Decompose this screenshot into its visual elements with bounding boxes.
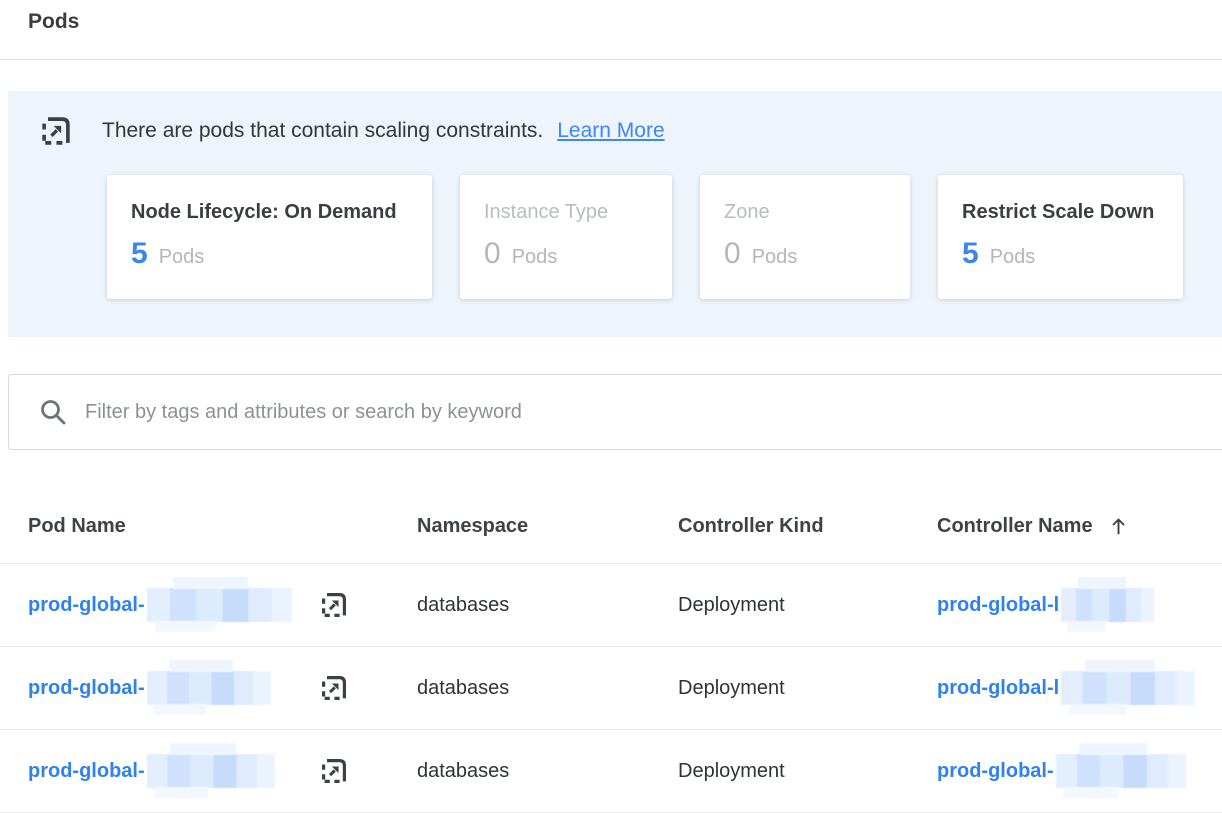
card-count-row: 0 Pods: [484, 237, 648, 271]
column-header-namespace[interactable]: Namespace: [417, 515, 678, 538]
card-count-row: 5 Pods: [131, 237, 408, 271]
search-icon: [39, 398, 67, 426]
redacted-text: [1061, 671, 1195, 705]
controller-name-link[interactable]: prod-global-: [937, 760, 1054, 783]
constraint-cards: Node Lifecycle: On Demand 5 Pods Instanc…: [107, 175, 1222, 299]
pod-name-link[interactable]: prod-global-: [28, 677, 145, 700]
scale-icon: [40, 115, 72, 147]
controller-kind-cell: Deployment: [678, 677, 937, 700]
pod-name-link[interactable]: prod-global-: [28, 594, 145, 617]
card-unit: Pods: [752, 246, 798, 269]
card-node-lifecycle[interactable]: Node Lifecycle: On Demand 5 Pods: [107, 175, 432, 299]
card-count-row: 5 Pods: [962, 237, 1159, 271]
controller-kind-cell: Deployment: [678, 760, 937, 783]
card-title: Node Lifecycle: On Demand: [131, 201, 408, 224]
controller-name-link[interactable]: prod-global-l: [937, 677, 1059, 700]
column-header-label: Controller Kind: [678, 515, 824, 538]
column-header-label: Pod Name: [28, 515, 126, 538]
column-header-label: Namespace: [417, 515, 528, 538]
scale-icon[interactable]: [320, 674, 348, 702]
namespace-cell: databases: [417, 594, 678, 617]
banner-message: There are pods that contain scaling cons…: [102, 119, 543, 143]
learn-more-link[interactable]: Learn More: [557, 119, 664, 143]
column-header-controller-name[interactable]: Controller Name: [937, 515, 1222, 538]
card-zone[interactable]: Zone 0 Pods: [700, 175, 910, 299]
title-divider: [0, 59, 1222, 60]
table-header-row: Pod Name Namespace Controller Kind Contr…: [0, 490, 1222, 564]
card-title: Instance Type: [484, 201, 648, 224]
banner-header: There are pods that contain scaling cons…: [40, 115, 1222, 147]
redacted-text: [147, 588, 292, 622]
card-instance-type[interactable]: Instance Type 0 Pods: [460, 175, 672, 299]
namespace-cell: databases: [417, 677, 678, 700]
controller-name-link[interactable]: prod-global-l: [937, 594, 1059, 617]
table-row: prod-global- databases Deployment prod-g…: [0, 730, 1222, 813]
card-count: 5: [962, 237, 979, 271]
controller-name-cell: prod-global-: [937, 754, 1222, 788]
column-header-label: Controller Name: [937, 515, 1093, 538]
column-header-controller-kind[interactable]: Controller Kind: [678, 515, 937, 538]
page-title: Pods: [0, 0, 1222, 35]
controller-kind-cell: Deployment: [678, 594, 937, 617]
table-row: prod-global- databases Deployment prod-g…: [0, 564, 1222, 647]
card-unit: Pods: [512, 246, 558, 269]
column-header-pod-name[interactable]: Pod Name: [28, 515, 417, 538]
redacted-text: [1061, 588, 1154, 622]
search-input[interactable]: [83, 400, 1222, 425]
controller-name-cell: prod-global-l: [937, 588, 1222, 622]
card-title: Restrict Scale Down: [962, 201, 1159, 224]
redacted-text: [147, 671, 271, 705]
redacted-text: [1056, 754, 1186, 788]
card-unit: Pods: [159, 246, 205, 269]
filter-search-bar: [8, 374, 1222, 450]
scale-icon[interactable]: [320, 757, 348, 785]
card-restrict-scale-down[interactable]: Restrict Scale Down 5 Pods: [938, 175, 1183, 299]
redacted-text: [147, 754, 275, 788]
card-title: Zone: [724, 201, 886, 224]
card-count-row: 0 Pods: [724, 237, 886, 271]
pod-name-link[interactable]: prod-global-: [28, 760, 145, 783]
scaling-constraints-banner: There are pods that contain scaling cons…: [8, 91, 1222, 337]
controller-name-cell: prod-global-l: [937, 671, 1222, 705]
card-count: 0: [484, 237, 501, 271]
namespace-cell: databases: [417, 760, 678, 783]
pod-name-cell: prod-global-: [28, 754, 417, 788]
card-count: 5: [131, 237, 148, 271]
table-row: prod-global- databases Deployment prod-g…: [0, 647, 1222, 730]
card-count: 0: [724, 237, 741, 271]
scale-icon[interactable]: [320, 591, 348, 619]
pod-name-cell: prod-global-: [28, 671, 417, 705]
pod-name-cell: prod-global-: [28, 588, 417, 622]
card-unit: Pods: [990, 246, 1036, 269]
sort-ascending-icon: [1111, 517, 1126, 536]
